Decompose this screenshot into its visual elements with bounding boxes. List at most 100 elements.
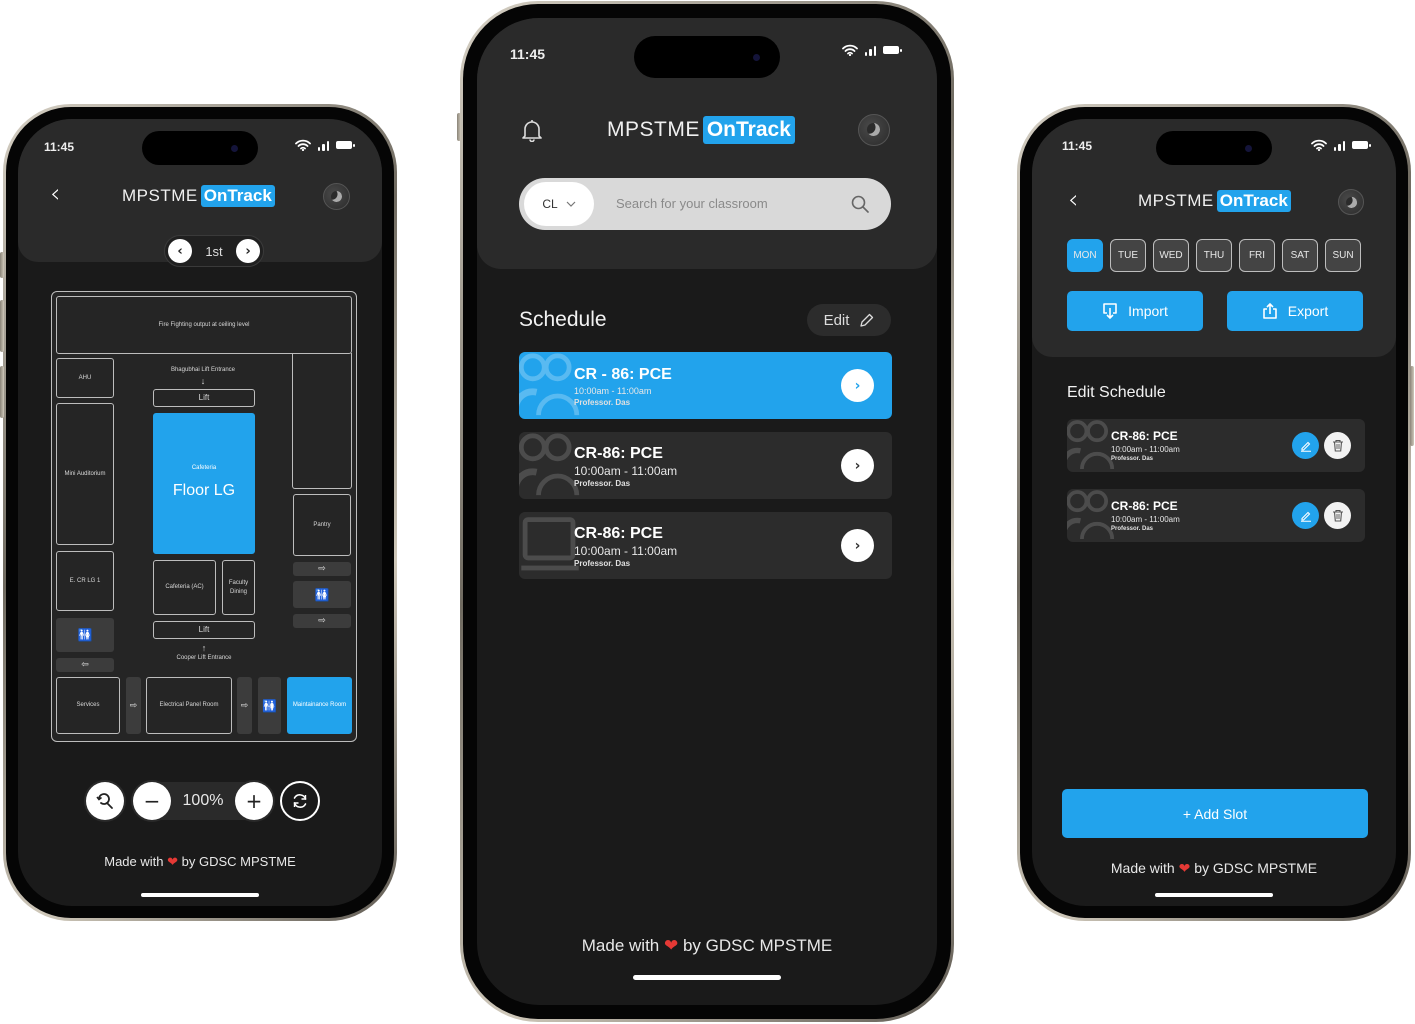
pencil-icon [1300,441,1311,452]
import-button[interactable]: Import [1067,291,1203,331]
home-indicator[interactable] [633,975,781,980]
edit-schedule-card: CR-86: PCE 10:00am - 11:00am Professor. Da… [1067,419,1365,472]
search-bar: CL Search for your classroom [519,178,891,230]
room-faculty-dining[interactable]: Faculty Dining [222,560,255,615]
room-pantry[interactable]: Pantry [293,494,351,556]
day-selector: MON TUE WED THU FRI SAT SUN [1067,239,1361,272]
edit-schedule-button[interactable]: Edit [807,304,891,336]
open-class-button[interactable]: › [841,449,874,482]
battery-icon [1352,141,1371,149]
day-tue[interactable]: TUE [1110,239,1146,272]
theme-toggle-button[interactable] [1338,189,1364,215]
fire-exit: ⇨ [237,677,252,734]
corridor-right [292,353,352,489]
schedule-card[interactable]: CR - 86: PCE 10:00am - 11:00am Professor. … [519,352,892,419]
logo-text: MPSTME [1138,191,1214,210]
search-input[interactable]: Search for your classroom [616,196,768,211]
arrow-up-icon: ↑ [201,643,207,653]
room-cafeteria-selected[interactable]: Cafeteria Floor LG [153,413,255,554]
search-icon[interactable] [851,195,869,213]
back-button[interactable]: ‹ [1068,187,1078,213]
signal-icon [1333,140,1345,151]
room-name: CR - 86: PCE [574,366,672,383]
delete-slot-button[interactable] [1324,502,1351,529]
schedule-card[interactable]: CR-86: PCE 10:00am - 11:00am Professor. Da… [519,512,892,579]
refresh-button[interactable] [280,781,320,821]
home-indicator[interactable] [1155,893,1273,897]
zoom-out-button[interactable]: − [133,782,171,820]
logo-accent: OnTrack [702,116,795,144]
status-time: 11:45 [510,46,546,62]
lift-top[interactable]: Lift [153,389,255,407]
open-class-button[interactable]: › [841,369,874,402]
back-button[interactable]: ‹ [50,181,60,207]
day-fri[interactable]: FRI [1239,239,1275,272]
chevron-down-icon [566,201,576,207]
status-icons [1310,139,1371,151]
room-label: AHU [78,374,92,381]
restroom[interactable]: 🚻 [258,677,281,734]
category-dropdown[interactable]: CL [524,182,594,226]
room-cafeteria-ac[interactable]: Cafeteria (AC) [153,560,216,615]
reset-zoom-button[interactable] [86,782,124,820]
home-indicator[interactable] [141,893,259,897]
room-label: Cafeteria [191,465,217,471]
power-button [1410,366,1414,446]
laptop-icon [521,517,579,571]
restroom[interactable]: 🚻 [293,581,351,608]
export-button[interactable]: Export [1227,291,1363,331]
people-icon [1067,490,1115,540]
professor-name: Professor. Das [574,479,631,488]
export-icon [1262,302,1277,319]
lift-bottom[interactable]: Lift [153,621,255,639]
time-range: 10:00am - 11:00am [574,544,678,558]
footer-text: Made with [104,854,164,869]
room-mini-auditorium[interactable]: Mini Auditorium [56,403,114,545]
signal-icon [317,140,329,151]
wifi-icon [1310,139,1327,151]
phone-edit-schedule: 11:45 ‹ MPSTME OnTrack MON TUE WED THU FRI SA… [1017,104,1414,921]
floor-map[interactable]: Fire Fighting output at ceiling level AH… [51,291,357,742]
room-services[interactable]: Services [56,677,120,734]
day-mon[interactable]: MON [1067,239,1103,272]
search-reset-icon [96,793,113,809]
room-ecr-lg1[interactable]: E. CR LG 1 [56,551,114,611]
footer-credit: Made with ❤ by GDSC MPSTME [477,936,937,956]
pencil-icon [860,313,874,327]
day-sun[interactable]: SUN [1325,239,1361,272]
mute-switch [457,113,461,141]
next-floor-button[interactable]: › [236,239,260,263]
day-sat[interactable]: SAT [1282,239,1318,272]
edit-slot-button[interactable] [1292,432,1319,459]
logo-text: MPSTME [607,118,700,141]
room-label: E. CR LG 1 [69,577,101,584]
day-wed[interactable]: WED [1153,239,1189,272]
zoom-in-button[interactable]: + [235,782,273,820]
notification-bell-icon[interactable] [521,118,543,142]
footer-credit: Made with ❤ by GDSC MPSTME [18,854,382,870]
edit-schedule-screen: 11:45 ‹ MPSTME OnTrack MON TUE WED THU FRI SA… [1032,119,1396,906]
room-ahu[interactable]: AHU [56,358,114,398]
restroom[interactable]: 🚻 [56,618,114,652]
theme-toggle-button[interactable] [858,114,890,146]
room-label: Lift [198,393,210,402]
room-label: Electrical Panel Room [159,702,219,708]
professor-name: Professor. Das [574,398,631,407]
schedule-card[interactable]: CR-86: PCE 10:00am - 11:00am Professor. Da… [519,432,892,499]
floor-title: Floor LG [172,482,236,499]
fire-exit: ⇨ [293,614,351,628]
open-class-button[interactable]: › [841,529,874,562]
room-fire-fighting[interactable]: Fire Fighting output at ceiling level [56,296,352,354]
theme-toggle-button[interactable] [323,183,350,210]
delete-slot-button[interactable] [1324,432,1351,459]
room-maintenance[interactable]: Maintainance Room [287,677,352,734]
prev-floor-button[interactable]: ‹ [168,239,192,263]
edit-slot-button[interactable] [1292,502,1319,529]
add-slot-button[interactable]: + Add Slot [1062,789,1368,838]
floor-selector: ‹ 1st › [164,235,264,267]
room-label: Cafeteria (AC) [165,584,204,590]
day-thu[interactable]: THU [1196,239,1232,272]
room-electrical-panel[interactable]: Electrical Panel Room [146,677,232,734]
professor-name: Professor. Das [1111,526,1154,532]
fire-exit: ⇨ [126,677,141,734]
